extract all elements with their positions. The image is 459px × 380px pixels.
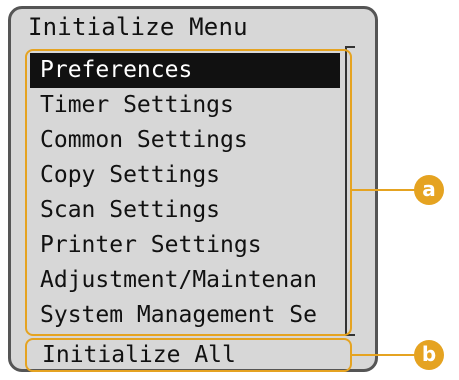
callout-marker-b: b [414, 340, 444, 370]
callout-box-a [25, 49, 352, 336]
callout-marker-a: a [414, 175, 444, 205]
callout-leader-b [352, 354, 416, 356]
callout-leader-a [352, 189, 416, 191]
screen-title: Initialize Menu [28, 13, 248, 41]
callout-box-b [25, 338, 352, 372]
